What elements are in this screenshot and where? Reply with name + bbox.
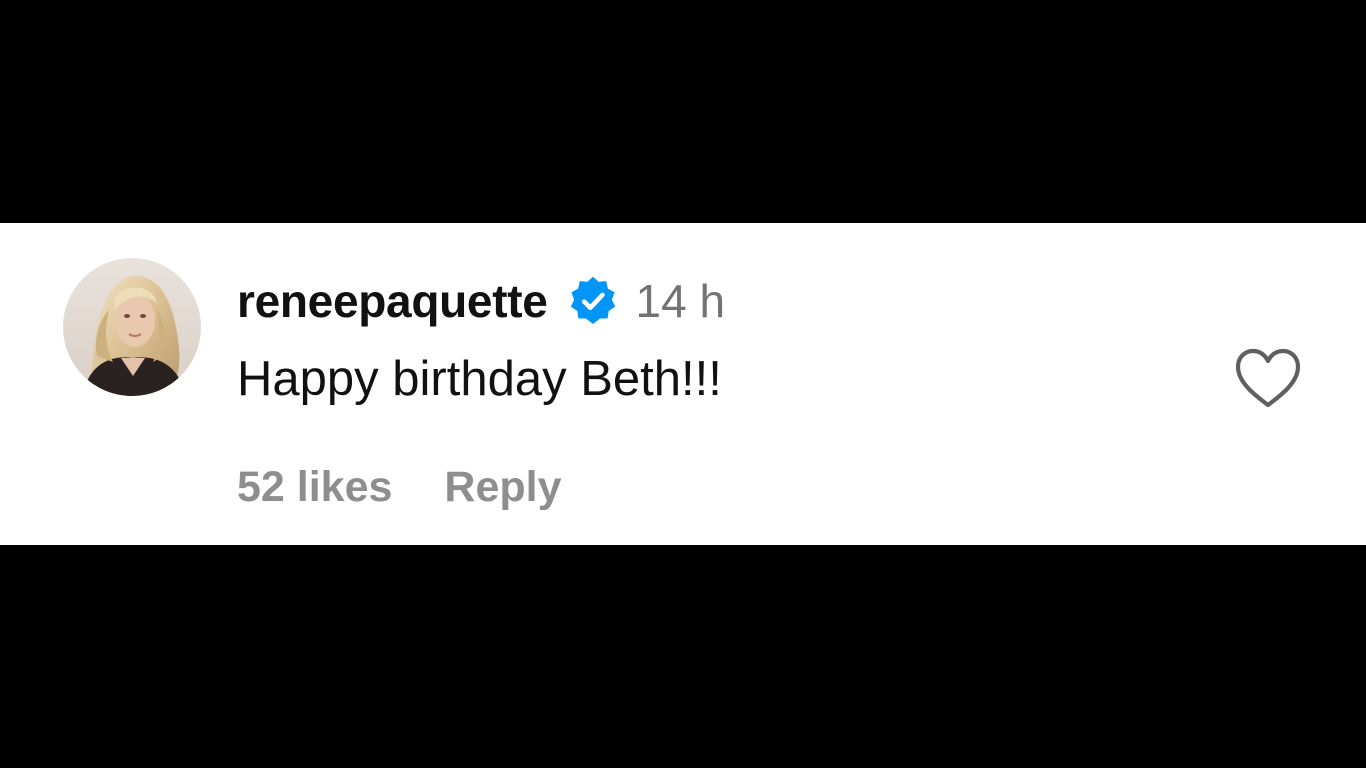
comment-header: reneepaquette 14 h: [237, 271, 725, 331]
username-link[interactable]: reneepaquette: [237, 274, 548, 328]
heart-outline-icon: [1235, 348, 1301, 408]
comment-text: Happy birthday Beth!!!: [237, 352, 722, 406]
comment-timestamp: 14 h: [635, 275, 726, 327]
avatar-photo: [63, 258, 201, 396]
reply-button[interactable]: Reply: [444, 463, 561, 512]
like-button[interactable]: [1232, 345, 1304, 411]
likes-count[interactable]: 52 likes: [237, 463, 392, 512]
screenshot-frame: reneepaquette 14 h Happy birthday Beth!!…: [0, 0, 1366, 768]
avatar[interactable]: [63, 258, 201, 396]
verified-badge-icon: [566, 274, 620, 328]
comment: reneepaquette 14 h Happy birthday Beth!!…: [0, 223, 1366, 545]
comment-actions: 52 likes Reply: [237, 459, 562, 515]
